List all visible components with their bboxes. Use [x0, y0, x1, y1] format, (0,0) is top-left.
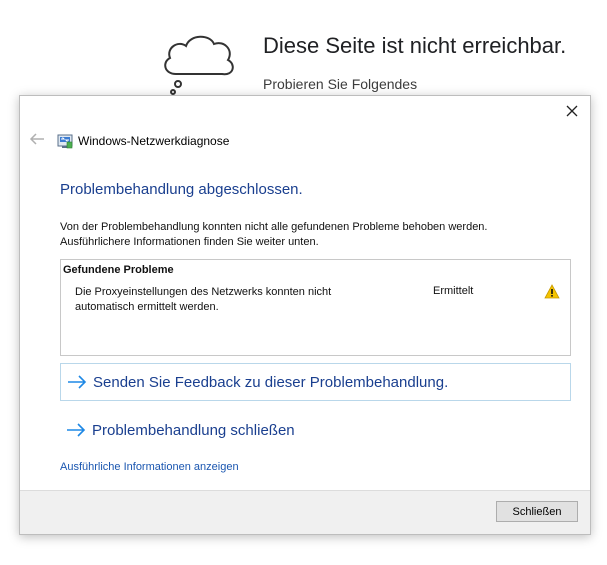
- network-diagnostics-dialog: Windows-Netzwerkdiagnose Problembehandlu…: [19, 95, 591, 535]
- close-troubleshooter-label: Problembehandlung schließen: [92, 421, 295, 439]
- status-description: Von der Problembehandlung konnten nicht …: [60, 221, 488, 248]
- arrow-right-icon: [67, 423, 86, 437]
- network-diagnostics-icon: [57, 134, 73, 149]
- close-button[interactable]: Schließen: [496, 501, 578, 522]
- problem-status: Ermittelt: [433, 285, 474, 297]
- dialog-title: Windows-Netzwerkdiagnose: [78, 134, 230, 148]
- send-feedback-label: Senden Sie Feedback zu dieser Problembeh…: [93, 373, 449, 391]
- dialog-footer: Schließen: [20, 490, 590, 534]
- problems-header: Gefundene Probleme: [63, 264, 174, 276]
- warning-icon: [544, 284, 560, 299]
- back-arrow-icon[interactable]: [28, 132, 46, 146]
- send-feedback-link[interactable]: Senden Sie Feedback zu dieser Problembeh…: [60, 363, 571, 401]
- cloud-icon: [164, 35, 234, 95]
- page: Diese Seite ist nicht erreichbar. Probie…: [0, 0, 607, 565]
- status-heading: Problembehandlung abgeschlossen.: [60, 181, 303, 198]
- problems-list: Gefundene Probleme Die Proxyeinstellunge…: [60, 259, 571, 356]
- show-details-link[interactable]: Ausführliche Informationen anzeigen: [60, 461, 239, 473]
- problem-description: Die Proxyeinstellungen des Netzwerks kon…: [75, 286, 332, 313]
- page-subtitle: Probieren Sie Folgendes: [263, 76, 418, 92]
- arrow-right-icon: [68, 375, 87, 389]
- page-title: Diese Seite ist nicht erreichbar.: [263, 33, 567, 58]
- close-icon[interactable]: [564, 103, 580, 119]
- close-troubleshooter-link[interactable]: Problembehandlung schließen: [60, 411, 571, 449]
